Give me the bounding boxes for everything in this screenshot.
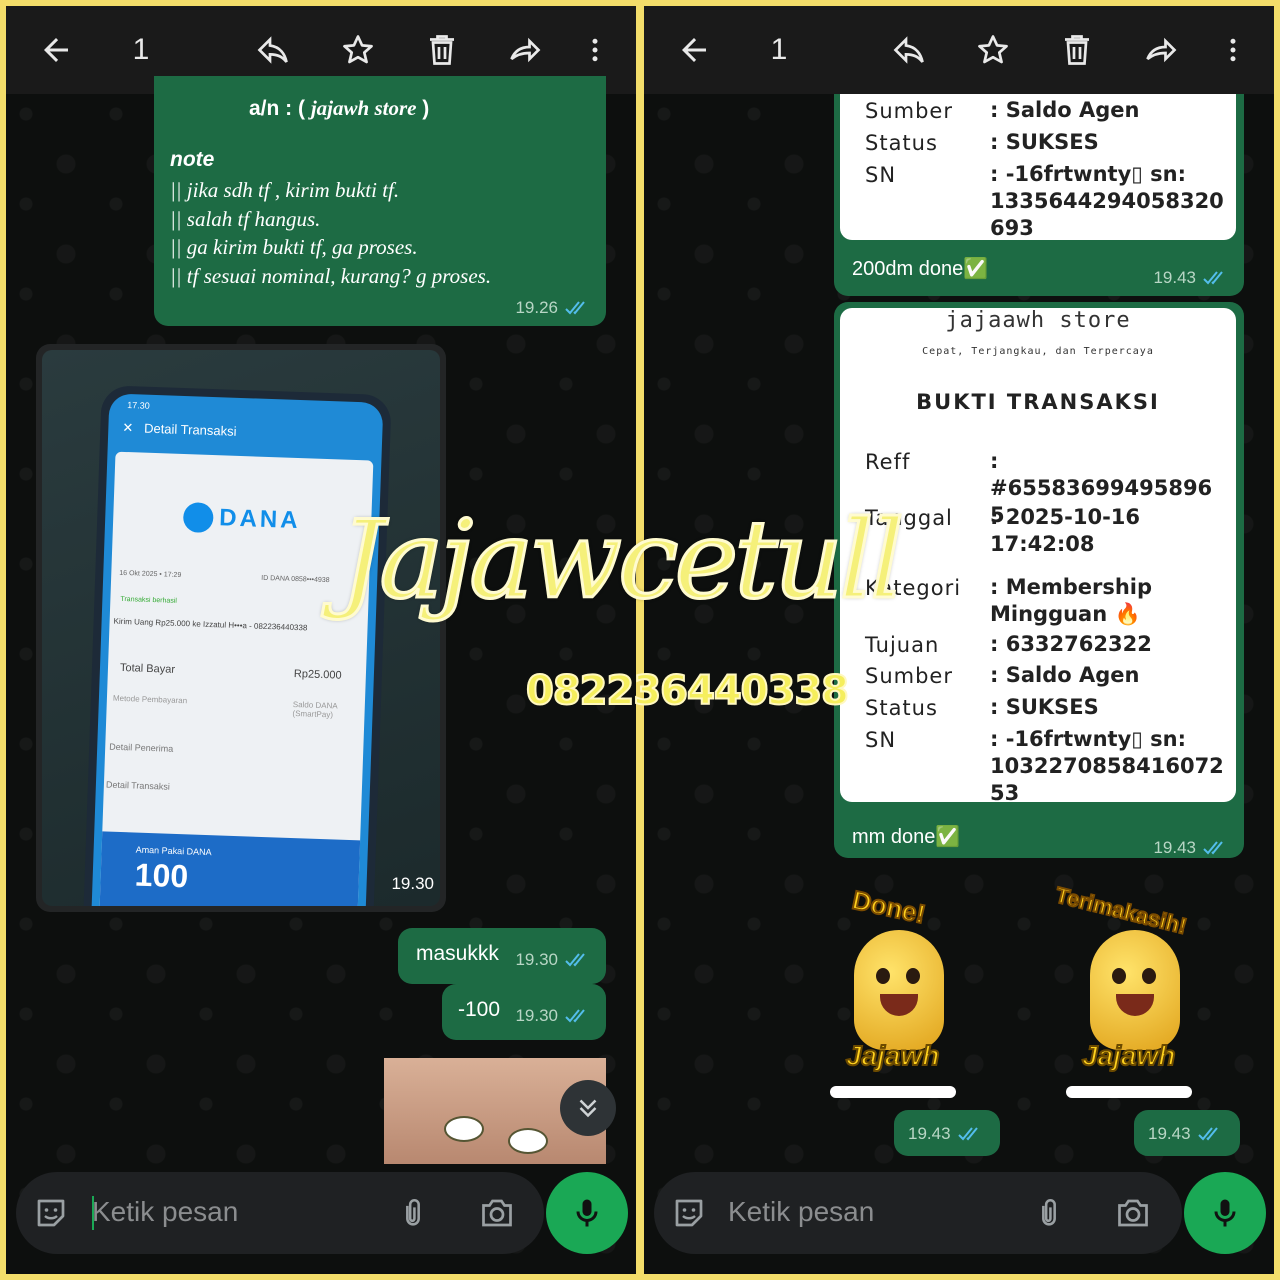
read-receipt-icon (564, 951, 592, 969)
receipt-heading: BUKTI TRANSAKSI (916, 390, 1160, 414)
message-input-placeholder[interactable]: Ketik pesan (728, 1196, 874, 1228)
receipt-caption: 200dm done✅ (852, 258, 989, 280)
sticker-bar (1066, 1086, 1192, 1098)
attach-icon[interactable] (1030, 1194, 1068, 1232)
camera-icon[interactable] (478, 1194, 516, 1232)
receipt-caption: mm done✅ (852, 826, 961, 848)
more-menu-icon[interactable] (1218, 28, 1248, 72)
reply-icon[interactable] (887, 28, 931, 72)
reply-icon[interactable] (251, 28, 295, 72)
account-name-line: a/n : ( jajawh store ) (249, 96, 430, 120)
photo-image[interactable]: 17.30 ✕ Detail Transaksi DANA 16 Okt 202… (42, 350, 440, 906)
dana-logo: DANA (182, 502, 301, 536)
photo-time: 19.30 (391, 874, 434, 893)
message-time: 19.43 (1153, 838, 1230, 858)
sticker-terimakasih[interactable]: Terimakasih! Jajawh (1048, 881, 1218, 1098)
store-name: jajaawh store (945, 308, 1131, 333)
sticker-done[interactable]: Done! Jajawh (812, 884, 982, 1098)
mascot (1090, 930, 1180, 1050)
forward-icon[interactable] (1139, 28, 1183, 72)
eye-left (444, 1116, 484, 1142)
mascot (854, 930, 944, 1050)
attach-icon[interactable] (394, 1194, 432, 1232)
back-arrow-icon[interactable] (34, 28, 78, 72)
selection-toolbar: 1 (644, 6, 1274, 94)
phone-title: ✕ Detail Transaksi (122, 419, 237, 439)
forward-icon[interactable] (503, 28, 547, 72)
back-arrow-icon[interactable] (672, 28, 716, 72)
note-message-bubble[interactable]: a/n : ( jajawh store ) note || jika sdh … (154, 76, 606, 326)
message-time: 19.30 (515, 950, 592, 970)
mic-button[interactable] (546, 1172, 628, 1254)
receipt-card-1: Sumber : Saldo Agen Status : SUKSES SN :… (840, 94, 1236, 240)
promo-banner: Aman Pakai DANA 100 (99, 831, 361, 906)
message-time: 19.26 (515, 298, 592, 318)
sticker-time-bubble: 19.43 (894, 1110, 1000, 1156)
eye-right (508, 1128, 548, 1154)
double-chevron-down-icon (579, 1099, 597, 1118)
read-receipt-icon (1197, 1125, 1225, 1143)
receipt-message-1[interactable]: Sumber : Saldo Agen Status : SUKSES SN :… (834, 94, 1244, 296)
mic-button[interactable] (1184, 1172, 1266, 1254)
microphone-icon (576, 1199, 598, 1227)
store-tagline: Cepat, Terjangkau, dan Terpercaya (922, 346, 1154, 357)
message-time: 19.43 (1153, 268, 1230, 288)
camera-icon[interactable] (1114, 1194, 1152, 1232)
selected-count: 1 (770, 33, 788, 66)
sticker-icon[interactable] (670, 1194, 708, 1232)
read-receipt-icon (564, 1007, 592, 1025)
right-chat-panel: 1 Sumber : Saldo Agen Status : SUKSES SN… (644, 6, 1274, 1274)
receipt-message-2[interactable]: jajaawh store Cepat, Terjangkau, dan Ter… (834, 302, 1244, 858)
sticker-icon[interactable] (32, 1194, 70, 1232)
note-lines: || jika sdh tf , kirim bukti tf. || sala… (170, 178, 492, 288)
receipt-card: DANA 16 Okt 2025 • 17:29 ID DANA 0858•••… (99, 451, 374, 906)
delete-icon[interactable] (1055, 28, 1099, 72)
selected-count: 1 (132, 33, 150, 66)
sticker-time-bubble: 19.43 (1134, 1110, 1240, 1156)
more-menu-icon[interactable] (580, 28, 610, 72)
message-time: 19.30 (515, 1006, 592, 1026)
left-chat-panel: 1 a/n : ( jajawh store ) note || jika sd… (6, 6, 636, 1274)
read-receipt-icon (1202, 269, 1230, 287)
receipt-card-2: jajaawh store Cepat, Terjangkau, dan Ter… (840, 308, 1236, 805)
photo-message-bubble[interactable]: 17.30 ✕ Detail Transaksi DANA 16 Okt 202… (36, 344, 446, 912)
star-icon[interactable] (971, 28, 1015, 72)
phone-device: 17.30 ✕ Detail Transaksi DANA 16 Okt 202… (82, 385, 392, 906)
star-icon[interactable] (336, 28, 380, 72)
scroll-down-button[interactable] (560, 1080, 616, 1136)
read-receipt-icon (957, 1125, 985, 1143)
read-receipt-icon (1202, 839, 1230, 857)
message-minus-100[interactable]: -100 19.30 (442, 984, 606, 1040)
note-title: note (170, 148, 215, 171)
message-masukkk[interactable]: masukkk 19.30 (398, 928, 606, 984)
phone-screen: 17.30 ✕ Detail Transaksi DANA 16 Okt 202… (90, 393, 384, 906)
read-receipt-icon (564, 299, 592, 317)
sticker-bar (830, 1086, 956, 1098)
delete-icon[interactable] (420, 28, 464, 72)
microphone-icon (1214, 1199, 1236, 1227)
message-input-placeholder[interactable]: Ketik pesan (92, 1196, 238, 1228)
